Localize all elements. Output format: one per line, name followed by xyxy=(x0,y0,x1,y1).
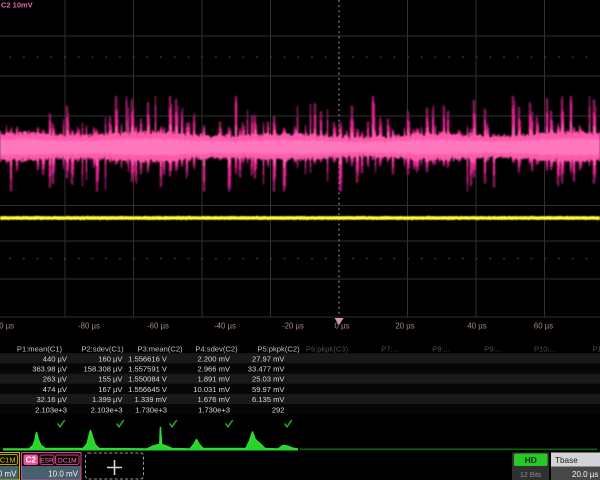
svg-text:1.556645 V: 1.556645 V xyxy=(128,385,168,394)
svg-text:P2:sdev(C1): P2:sdev(C1) xyxy=(81,345,124,354)
svg-text:1.730e+3: 1.730e+3 xyxy=(135,405,167,414)
svg-text:Tbase: Tbase xyxy=(555,456,578,465)
svg-text:P7:...: P7:... xyxy=(381,345,399,354)
svg-text:1.556616 V: 1.556616 V xyxy=(128,354,168,363)
svg-text:-60 µs: -60 µs xyxy=(147,322,169,331)
svg-text:0 mV: 0 mV xyxy=(0,470,17,479)
svg-text:158.308 µV: 158.308 µV xyxy=(84,365,124,374)
svg-text:P9:...: P9:... xyxy=(484,345,502,354)
svg-text:P4:sdev(C2): P4:sdev(C2) xyxy=(195,345,238,354)
svg-text:P5:pkpk(C2): P5:pkpk(C2) xyxy=(257,345,300,354)
svg-text:10.031 mV: 10.031 mV xyxy=(193,385,231,394)
svg-text:DC1M: DC1M xyxy=(0,456,16,465)
svg-text:P8:...: P8:... xyxy=(432,345,450,354)
svg-text:25.03 mV: 25.03 mV xyxy=(252,375,285,384)
svg-text:263 µV: 263 µV xyxy=(43,375,68,384)
svg-text:60 µs: 60 µs xyxy=(534,322,553,331)
svg-text:2.103e+3: 2.103e+3 xyxy=(91,405,123,414)
svg-text:2.103e+3: 2.103e+3 xyxy=(35,405,67,414)
svg-text:10.0 mV: 10.0 mV xyxy=(48,470,78,479)
svg-text:20.0 µs: 20.0 µs xyxy=(572,470,598,479)
svg-text:440 µV: 440 µV xyxy=(43,354,68,363)
svg-text:HD: HD xyxy=(525,455,537,465)
svg-text:C2 10mV: C2 10mV xyxy=(1,1,33,10)
svg-text:6.135 mV: 6.135 mV xyxy=(252,395,285,404)
svg-text:-20 µs: -20 µs xyxy=(282,322,304,331)
svg-text:1.339 mV: 1.339 mV xyxy=(134,395,167,404)
svg-text:1.676 mV: 1.676 mV xyxy=(197,395,230,404)
svg-text:33.477 mV: 33.477 mV xyxy=(248,365,286,374)
svg-text:1.891 mV: 1.891 mV xyxy=(197,375,230,384)
svg-text:P1:mean(C1): P1:mean(C1) xyxy=(17,345,63,354)
svg-text:DC1M: DC1M xyxy=(58,457,77,464)
svg-text:P10:...: P10:... xyxy=(534,345,556,354)
svg-text:363.98 µV: 363.98 µV xyxy=(32,365,68,374)
svg-text:167 µV: 167 µV xyxy=(98,385,123,394)
svg-text:P3:mean(C2): P3:mean(C2) xyxy=(137,345,183,354)
svg-text:-100 µs: -100 µs xyxy=(0,322,14,331)
svg-text:27.97 mV: 27.97 mV xyxy=(252,354,285,363)
svg-text:155 µV: 155 µV xyxy=(98,375,123,384)
svg-text:-80 µs: -80 µs xyxy=(78,322,100,331)
svg-text:P1: P1 xyxy=(592,345,600,354)
svg-text:1.557591 V: 1.557591 V xyxy=(128,365,168,374)
svg-text:ESR: ESR xyxy=(40,457,54,464)
svg-text:1.550084 V: 1.550084 V xyxy=(128,375,168,384)
svg-text:59.97 mV: 59.97 mV xyxy=(252,385,285,394)
svg-text:32.16 µV: 32.16 µV xyxy=(36,395,67,404)
svg-text:20 µs: 20 µs xyxy=(395,322,414,331)
svg-text:C2: C2 xyxy=(26,456,37,465)
svg-text:12 Bits: 12 Bits xyxy=(520,472,542,479)
svg-text:40 µs: 40 µs xyxy=(467,322,486,331)
svg-text:160 µV: 160 µV xyxy=(98,354,123,363)
svg-text:P6:pkpk(C3): P6:pkpk(C3) xyxy=(306,345,349,354)
svg-text:2.966 mV: 2.966 mV xyxy=(197,365,230,374)
svg-text:1.730e+3: 1.730e+3 xyxy=(198,405,230,414)
svg-text:1.399 µV: 1.399 µV xyxy=(92,395,123,404)
svg-text:292: 292 xyxy=(272,405,285,414)
svg-text:474 µV: 474 µV xyxy=(43,385,68,394)
svg-text:2.200 mV: 2.200 mV xyxy=(197,354,230,363)
svg-text:-40 µs: -40 µs xyxy=(214,322,236,331)
svg-text:0 µs: 0 µs xyxy=(335,322,350,331)
